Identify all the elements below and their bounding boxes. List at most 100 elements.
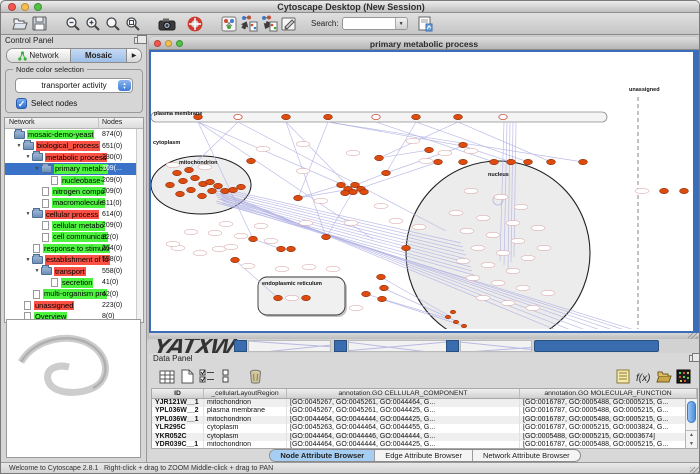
tree-row[interactable]: nitrogen compo209(0) <box>5 186 143 197</box>
attribute-list-icon[interactable] <box>613 367 633 387</box>
zoom-selected-icon[interactable] <box>103 14 123 34</box>
network-overview-icon[interactable] <box>219 14 239 34</box>
column-header[interactable]: ID <box>152 389 204 398</box>
tree-row[interactable]: cellular metabo209(0) <box>5 220 143 231</box>
node-label-bubble <box>506 220 520 225</box>
tab-node-attribute-browser[interactable]: Node Attribute Browser <box>270 450 374 461</box>
float-panel-icon[interactable] <box>134 37 142 44</box>
table-row[interactable]: YDR039C__1mitochondrion[GO:0044464, GO:0… <box>152 441 697 449</box>
table-row[interactable]: YJR121W__1mitochondrion[GO:0045267, GO:0… <box>152 399 697 407</box>
zoom-out-icon[interactable] <box>63 14 83 34</box>
scrollbar-thumb[interactable] <box>687 401 696 423</box>
table-row[interactable]: YKR052Ccytoplasm[GO:0044464, GO:0044446,… <box>152 433 697 441</box>
node-label-bubble <box>314 198 328 203</box>
tree-row[interactable]: cell communicat22(0) <box>5 232 143 243</box>
import-network-icon[interactable] <box>239 14 259 34</box>
table-row[interactable]: YLR295Ccytoplasm[GO:0045263, GO:0044464,… <box>152 424 697 432</box>
disclosure-triangle-icon[interactable]: ▼ <box>24 211 32 217</box>
disclosure-triangle-icon[interactable]: ▼ <box>33 166 41 172</box>
node <box>247 158 256 163</box>
node-label-bubble <box>514 204 528 209</box>
tree-row[interactable]: multi-organism pro42(0) <box>5 288 143 299</box>
select-attributes-icon[interactable] <box>197 367 217 387</box>
disclosure-triangle-icon[interactable]: ▼ <box>33 268 41 274</box>
control-panel: Control Panel Network Mosaic ▶ Node colo… <box>1 35 147 462</box>
tree-row[interactable]: unassigned223(0) <box>5 300 143 311</box>
tree-row[interactable]: macromolecule311(0) <box>5 197 143 208</box>
node-label-bubble <box>344 220 358 225</box>
node-label-bubble <box>346 150 360 155</box>
node-label-bubble <box>635 188 649 193</box>
function-builder-icon[interactable]: f(x) <box>633 367 653 387</box>
node-color-dropdown[interactable]: transporter activity ▲▼ <box>15 78 133 93</box>
tab-network-attribute-browser[interactable]: Network Attribute Browser <box>472 450 580 461</box>
disclosure-triangle-icon[interactable]: ▼ <box>15 143 23 149</box>
node-label-bubble <box>466 275 480 280</box>
node-label-bubble <box>254 223 268 228</box>
open-file-icon[interactable] <box>9 14 29 34</box>
export-network-icon[interactable] <box>259 14 279 34</box>
camera-icon[interactable] <box>157 14 177 34</box>
tree-row[interactable]: response to stimulu264(0) <box>5 243 143 254</box>
table-row[interactable]: YPL036W__1mitochondrion[GO:0044464, GO:0… <box>152 416 697 424</box>
node-label-bubble <box>419 158 433 163</box>
tree-row[interactable]: ▼transport558(0) <box>5 266 143 277</box>
disclosure-triangle-icon[interactable]: ▼ <box>24 154 32 160</box>
tree-row[interactable]: mosaic-demo-yeast874(0) <box>5 129 143 140</box>
tree-row[interactable]: ▼cellular process614(0) <box>5 209 143 220</box>
save-icon[interactable] <box>29 14 49 34</box>
unselect-attributes-icon[interactable] <box>217 367 237 387</box>
node <box>221 188 230 193</box>
node-unselected <box>234 114 242 119</box>
table-row[interactable]: YPL036W__2plasma membrane[GO:0045267, GO… <box>152 407 697 415</box>
search-dropdown-arrow[interactable]: ▼ <box>395 18 407 29</box>
column-header[interactable]: annotation.GO CELLULAR_COMPONENT <box>287 389 520 398</box>
tab-overflow-arrow[interactable]: ▶ <box>127 49 141 62</box>
status-zoom-hint: Right-click + drag to ZOOM <box>104 465 189 472</box>
select-nodes-checkbox[interactable]: ✓ <box>16 98 27 109</box>
tree-row[interactable]: ▼establishment of lo558(0) <box>5 254 143 265</box>
float-panel-icon[interactable] <box>689 355 697 362</box>
tab-edge-attribute-browser[interactable]: Edge Attribute Browser <box>374 450 472 461</box>
tree-item-node-count: 311(0) <box>102 200 122 207</box>
search-input[interactable]: ▼ <box>342 17 408 30</box>
vizmapper-icon[interactable] <box>416 14 436 34</box>
tree-row[interactable]: secretion41(0) <box>5 277 143 288</box>
attribute-table[interactable]: ID_cellularLayoutRegionannotation.GO CEL… <box>151 388 698 449</box>
control-panel-header: Control Panel <box>1 35 146 47</box>
tree-row[interactable]: ▼metabolic process280(0) <box>5 152 143 163</box>
import-attributes-icon[interactable] <box>653 367 673 387</box>
table-scrollbar[interactable]: ▲▼ <box>685 399 697 448</box>
tree-row[interactable]: ▼primary metabo209(... <box>5 163 143 174</box>
resize-grip-icon[interactable] <box>690 467 700 473</box>
node-label-bubble <box>406 138 420 143</box>
column-header[interactable]: _cellularLayoutRegion <box>204 389 287 398</box>
column-header[interactable]: annotation.GO MOLECULAR_FUNCTION <box>520 389 697 398</box>
attribute-matrix-icon[interactable] <box>673 367 693 387</box>
app-titlebar[interactable]: Cytoscape Desktop (New Session) <box>1 1 700 13</box>
node <box>302 295 311 300</box>
data-panel: Data Panel f(x) ID_cellularLayoutRegiona… <box>149 353 700 462</box>
tree-scrollbar[interactable] <box>136 129 143 322</box>
network-window-title: primary metabolic process <box>149 39 699 49</box>
tree-row[interactable]: ▼biological_process651(0) <box>5 140 143 151</box>
delete-attribute-icon[interactable] <box>245 367 265 387</box>
tree-row[interactable]: nucleobase-209(0) <box>5 175 143 186</box>
edge <box>298 122 328 198</box>
birdseye-view[interactable] <box>6 319 141 458</box>
new-attribute-icon[interactable] <box>177 367 197 387</box>
network-window-titlebar[interactable]: primary metabolic process <box>149 37 699 50</box>
network-canvas[interactable]: plasma membranecytoplasmmitochondrionnuc… <box>149 50 699 333</box>
scrollbar-buttons[interactable]: ▲▼ <box>686 430 697 448</box>
disclosure-triangle-icon[interactable]: ▼ <box>24 257 32 263</box>
zoom-in-icon[interactable] <box>83 14 103 34</box>
tab-network[interactable]: Network <box>7 49 70 62</box>
app-title: Cytoscape Desktop (New Session) <box>1 2 700 12</box>
node-label-bubble <box>496 250 510 255</box>
zoom-fit-icon[interactable] <box>123 14 143 34</box>
folder-icon <box>14 131 25 139</box>
attribute-table-icon[interactable] <box>157 367 177 387</box>
help-ring-icon[interactable] <box>185 14 205 34</box>
annotation-icon[interactable] <box>279 14 299 34</box>
tab-mosaic[interactable]: Mosaic <box>70 49 127 62</box>
